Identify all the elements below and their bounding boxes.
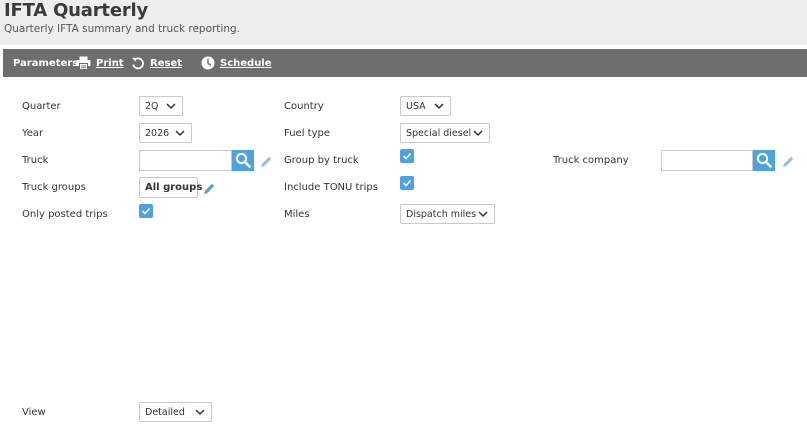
fuel-type-value: Special diesel <box>406 128 472 139</box>
printer-icon <box>76 56 91 70</box>
view-value: Detailed <box>145 407 185 418</box>
only-posted-trips-checkbox[interactable] <box>139 204 153 218</box>
search-icon <box>756 152 772 168</box>
reset-label: Reset <box>150 57 182 69</box>
toolbar-title: Parameters <box>13 58 79 69</box>
view-select[interactable]: Detailed <box>139 402 212 422</box>
quarter-select[interactable]: 2Q <box>139 96 183 116</box>
fuel-type-label: Fuel type <box>284 128 330 139</box>
schedule-label: Schedule <box>220 57 272 69</box>
country-value: USA <box>406 101 426 112</box>
fuel-type-select[interactable]: Special diesel <box>400 123 490 143</box>
chevron-down-icon <box>434 102 444 113</box>
truck-label: Truck <box>22 155 49 166</box>
print-button[interactable]: Print <box>76 55 124 71</box>
page-title: IFTA Quarterly <box>4 0 149 21</box>
group-by-truck-checkbox[interactable] <box>400 149 414 163</box>
all-groups-button[interactable]: All groups <box>139 177 202 198</box>
truck-company-search-button[interactable] <box>753 150 775 171</box>
chevron-down-icon <box>473 129 483 140</box>
quarter-label: Quarter <box>22 101 61 112</box>
year-value: 2026 <box>145 128 170 139</box>
print-label: Print <box>96 57 124 69</box>
truck-company-input[interactable] <box>661 150 753 171</box>
truck-search-button[interactable] <box>232 150 254 171</box>
reset-button[interactable]: Reset <box>131 55 182 71</box>
country-select[interactable]: USA <box>400 96 451 116</box>
only-posted-trips-label: Only posted trips <box>22 209 108 220</box>
undo-icon <box>131 56 145 70</box>
pencil-icon[interactable] <box>781 154 795 173</box>
year-select[interactable]: 2026 <box>139 123 192 143</box>
chevron-down-icon <box>175 129 185 140</box>
clock-icon <box>201 56 215 70</box>
truck-groups-label: Truck groups <box>22 182 86 193</box>
chevron-down-icon <box>195 408 205 419</box>
miles-value: Dispatch miles <box>406 209 477 220</box>
truck-input[interactable] <box>139 150 232 171</box>
parameters-toolbar: Parameters Print Reset Schedule <box>3 49 807 77</box>
page-subtitle: Quarterly IFTA summary and truck reporti… <box>4 23 241 35</box>
include-tonu-trips-label: Include TONU trips <box>284 182 378 193</box>
schedule-button[interactable]: Schedule <box>201 55 272 71</box>
checkmark-icon <box>141 207 151 215</box>
pencil-icon[interactable] <box>259 154 273 173</box>
checkmark-icon <box>402 152 412 160</box>
chevron-down-icon <box>166 102 176 113</box>
quarter-value: 2Q <box>145 101 159 112</box>
checkmark-icon <box>402 179 412 187</box>
truck-company-label: Truck company <box>553 155 629 166</box>
miles-label: Miles <box>284 209 310 220</box>
pencil-icon[interactable] <box>202 181 216 200</box>
include-tonu-trips-checkbox[interactable] <box>400 176 414 190</box>
page-header: IFTA Quarterly Quarterly IFTA summary an… <box>0 0 807 45</box>
miles-select[interactable]: Dispatch miles <box>400 204 495 224</box>
group-by-truck-label: Group by truck <box>284 155 359 166</box>
country-label: Country <box>284 101 324 112</box>
year-label: Year <box>22 128 44 139</box>
chevron-down-icon <box>478 210 488 221</box>
search-icon <box>235 152 251 168</box>
view-label: View <box>22 407 46 418</box>
